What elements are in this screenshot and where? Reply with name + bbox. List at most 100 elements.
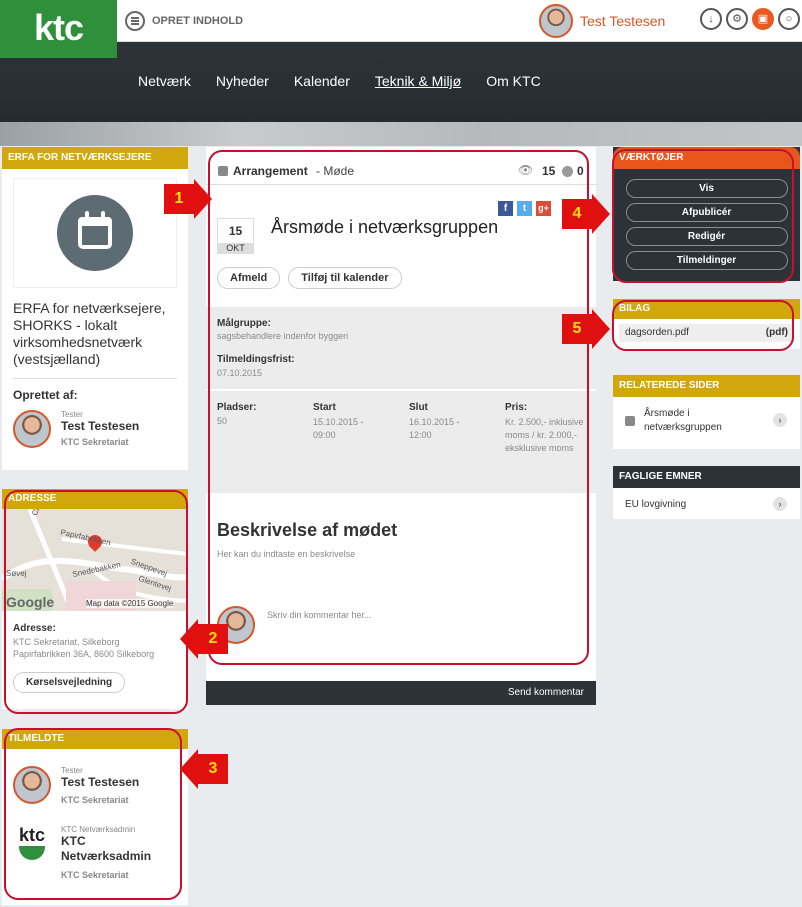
nav-item-teknik-miljo[interactable]: Teknik & Miljø — [375, 73, 461, 89]
creator-name: Test Testesen — [61, 419, 140, 433]
topic-label: EU lovgivning — [625, 499, 687, 510]
search-icon[interactable]: ○ — [778, 8, 800, 30]
start-value: 15.10.2015 - 09:00 — [313, 417, 364, 440]
callout-5: 5 — [562, 314, 592, 344]
directions-button[interactable]: Kørselsvejledning — [13, 672, 126, 693]
arrow-left-icon — [180, 619, 198, 659]
event-info-bottom: Pladser: 50 Start 15.10.2015 - 09:00 Slu… — [206, 389, 596, 493]
description-title: Beskrivelse af mødet — [217, 520, 398, 540]
nav-item-nyheder[interactable]: Nyheder — [216, 73, 269, 89]
hero-texture — [0, 122, 802, 146]
attendee-role: KTC Netværksadmin — [61, 825, 136, 834]
calendar-icon — [57, 195, 133, 271]
tools-list: Vis Afpublicér Redigér Tilmeldinger — [613, 169, 800, 270]
group-image — [13, 178, 177, 288]
attachments-box: BILAG dagsorden.pdf (pdf) — [613, 299, 800, 349]
unsubscribe-button[interactable]: Afmeld — [217, 267, 281, 289]
group-box: ERFA FOR NETVÆRKSEJERE ERFA for netværks… — [2, 147, 188, 470]
event-info-top: Målgruppe: sagsbehandlere indenfor bygge… — [206, 307, 596, 389]
related-item[interactable]: Årsmøde i netværksgruppen › — [613, 397, 800, 449]
event-header: Arrangement - Møde 👁 15 0 — [206, 147, 596, 185]
top-bar: OPRET INDHOLD Test Testesen ↓ ⚙ ▣ ○ — [0, 0, 802, 42]
map[interactable]: Christian 8.s Vej Papirfabrikken Snedeba… — [2, 509, 188, 611]
end-label: Slut — [409, 402, 428, 413]
twitter-icon[interactable]: t — [517, 201, 532, 216]
user-name: Test Testesen — [580, 13, 666, 29]
comment-count: 0 — [577, 164, 584, 178]
attendees-box: TILMELDTE Tester Test Testesen KTC Sekre… — [2, 729, 188, 905]
attendee-name: Test Testesen — [61, 775, 140, 789]
address-label: Adresse: — [13, 623, 56, 634]
edit-icon — [125, 11, 145, 31]
event-card: Arrangement - Møde 👁 15 0 f t g+ 15 OKT … — [206, 147, 596, 703]
attendee[interactable]: Tester Test Testesen KTC Sekretariat — [13, 766, 188, 805]
edit-button[interactable]: Redigér — [625, 227, 788, 246]
comment-icon — [562, 166, 573, 177]
map-attribution: Map data ©2015 Google — [86, 599, 174, 608]
seats-label: Pladser: — [217, 402, 257, 413]
target-label: Målgruppe: — [217, 318, 271, 329]
facebook-icon[interactable]: f — [498, 201, 513, 216]
map-road-label: Søvej — [6, 569, 27, 578]
topic-item[interactable]: EU lovgivning › — [613, 488, 800, 519]
attachment-type: (pdf) — [765, 327, 788, 338]
nav-item-kalender[interactable]: Kalender — [294, 73, 350, 89]
callout-3: 3 — [198, 754, 228, 784]
google-plus-icon[interactable]: g+ — [536, 201, 551, 216]
send-comment-button[interactable]: Send kommentar — [206, 681, 596, 705]
attendee[interactable]: ktc KTC Netværksadmin KTC Netværksadmin … — [13, 825, 188, 880]
deadline-label: Tilmeldingsfrist: — [217, 354, 295, 365]
pin-icon[interactable]: ↓ — [700, 8, 722, 30]
attachment-filename: dagsorden.pdf — [625, 327, 689, 338]
ktc-logo-icon: ktc — [13, 825, 51, 863]
add-to-calendar-button[interactable]: Tilføj til kalender — [288, 267, 402, 289]
attachments-header: BILAG — [613, 299, 800, 319]
logo[interactable]: ktc — [0, 0, 117, 58]
attendee-avatar — [13, 766, 51, 804]
comment-input[interactable]: Skriv din kommentar her... — [267, 610, 372, 620]
attendee-org: KTC Sekretariat — [61, 870, 129, 880]
creator[interactable]: Tester Test Testesen KTC Sekretariat — [13, 410, 188, 448]
creator-org: KTC Sekretariat — [61, 437, 129, 447]
address-line2: Papirfabrikken 36A, 8600 Silkeborg — [13, 649, 155, 659]
address-header: ADRESSE — [2, 489, 188, 509]
gear-icon[interactable]: ⚙ — [726, 8, 748, 30]
start-label: Start — [313, 402, 336, 413]
date-badge: 15 OKT — [217, 218, 254, 254]
related-box: RELATEREDE SIDER Årsmøde i netværksgrupp… — [613, 375, 800, 449]
nav-item-om-ktc[interactable]: Om KTC — [486, 73, 540, 89]
price-label: Pris: — [505, 402, 528, 413]
description-text: Her kan du indtaste en beskrivelse — [217, 549, 356, 559]
group-box-header: ERFA FOR NETVÆRKSEJERE — [2, 147, 188, 169]
chevron-right-icon: › — [773, 413, 787, 427]
attendee-name: KTC Netværksadmin — [61, 834, 152, 863]
eye-icon: 👁 — [518, 163, 534, 177]
unpublish-button[interactable]: Afpublicér — [625, 203, 788, 222]
calendar-small-icon — [625, 416, 635, 426]
arrow-right-icon — [592, 309, 610, 349]
attachment-item[interactable]: dagsorden.pdf (pdf) — [619, 324, 794, 342]
target-value: sagsbehandlere indenfor byggeri — [217, 331, 349, 341]
tools-box: VÆRKTØJER Vis Afpublicér Redigér Tilmeld… — [613, 147, 800, 281]
show-button[interactable]: Vis — [625, 179, 788, 198]
lock-icon[interactable]: ▣ — [752, 8, 774, 30]
group-title[interactable]: ERFA for netværksejere, SHORKS - lokalt … — [13, 300, 178, 368]
view-count: 15 — [542, 164, 556, 178]
deadline-value: 07.10.2015 — [217, 368, 263, 378]
arrow-right-icon — [592, 194, 610, 234]
user-menu[interactable]: Test Testesen — [539, 4, 665, 38]
price-value: Kr. 2.500,- inklusive moms / kr. 2.000,-… — [505, 417, 584, 453]
end-value: 16.10.2015 - 12:00 — [409, 417, 460, 440]
create-content-label: OPRET INDHOLD — [152, 15, 244, 27]
seats-value: 50 — [217, 416, 228, 426]
date-day: 15 — [228, 224, 243, 238]
event-title: Årsmøde i netværksgruppen — [271, 217, 499, 237]
registrations-button[interactable]: Tilmeldinger — [625, 251, 788, 270]
google-logo: Google — [6, 594, 55, 610]
nav-item-netvaerk[interactable]: Netværk — [138, 73, 191, 89]
create-content-button[interactable]: OPRET INDHOLD — [125, 10, 243, 32]
related-item-label: Årsmøde i netværksgruppen — [644, 408, 722, 433]
user-avatar — [539, 4, 573, 38]
toolbar-icons: ↓ ⚙ ▣ ○ — [700, 8, 800, 30]
arrow-left-icon — [180, 749, 198, 789]
